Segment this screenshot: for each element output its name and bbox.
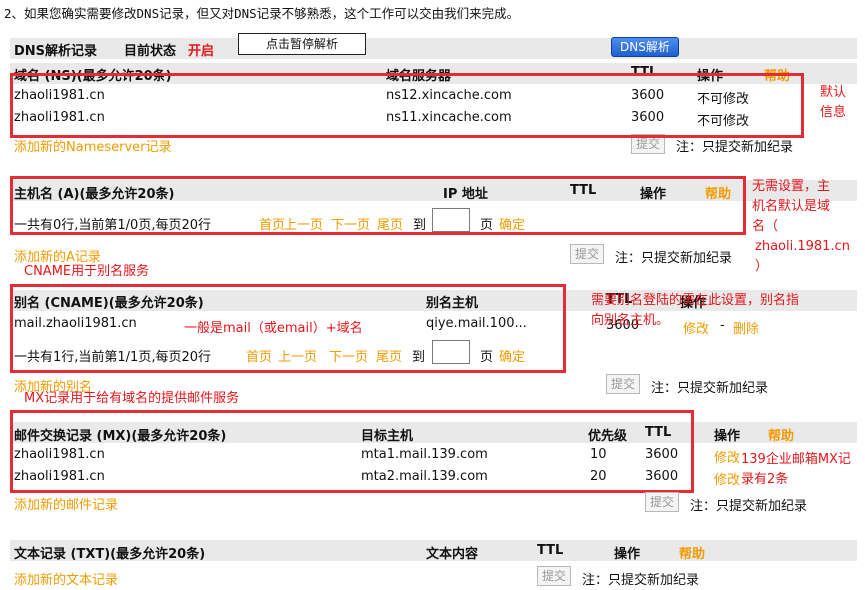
cname-delete-link[interactable]: 删除 bbox=[733, 318, 759, 337]
cname-note-annotation-1: 需要别名登陆的需在此设置，别名指 bbox=[591, 293, 800, 308]
a-note-annotation-1: 无需设置，主 bbox=[752, 179, 831, 194]
ns-highlight-box bbox=[10, 73, 804, 138]
a-note: 注：只提交新加纪录 bbox=[615, 251, 733, 266]
txt-col-op: 操作 bbox=[614, 547, 641, 562]
mx-add-link[interactable]: 添加新的邮件记录 bbox=[14, 494, 118, 513]
txt-note: 注：只提交新加纪录 bbox=[582, 573, 700, 588]
txt-help-link[interactable]: 帮助 bbox=[679, 543, 705, 562]
ns-add-link[interactable]: 添加新的Nameserver记录 bbox=[14, 136, 172, 155]
pause-resolution-button[interactable]: 点击暂停解析 bbox=[238, 33, 366, 55]
txt-submit-button[interactable]: 提交 bbox=[537, 566, 572, 586]
mx-note-annotation-1: 139企业邮箱MX记 bbox=[741, 452, 851, 467]
mx-note: 注：只提交新加纪录 bbox=[690, 499, 808, 514]
cname-separator: - bbox=[720, 318, 725, 333]
default-info-note-2: 信息 bbox=[820, 105, 847, 120]
intro-note: 2、如果您确实需要修改DNS记录，但又对DNS记录不够熟悉，这个工作可以交由我们… bbox=[4, 6, 520, 21]
cname-highlight-box bbox=[10, 284, 566, 373]
mx-submit-button[interactable]: 提交 bbox=[645, 492, 680, 512]
dns-status-value: 开启 bbox=[188, 44, 215, 59]
cname-note: 注：只提交新加纪录 bbox=[651, 381, 769, 396]
a-highlight-box bbox=[10, 176, 746, 235]
txt-add-link[interactable]: 添加新的文本记录 bbox=[14, 569, 118, 588]
a-note-annotation-4: zhaoli.1981.cn bbox=[755, 239, 850, 254]
mx-note-annotation-2: 录有2条 bbox=[741, 472, 789, 487]
mx-highlight-box bbox=[10, 410, 694, 493]
cname-edit-link[interactable]: 修改 bbox=[683, 318, 709, 337]
txt-col-name: 文本记录 (TXT)(最多允许20条) bbox=[14, 547, 206, 562]
dns-resolve-button[interactable]: DNS解析 bbox=[611, 37, 679, 57]
dns-status-label: 目前状态 bbox=[124, 44, 177, 59]
ns-note: 注：只提交新加纪录 bbox=[676, 140, 794, 155]
txt-col-ttl: TTL bbox=[537, 543, 564, 558]
default-info-note-1: 默认 bbox=[820, 85, 847, 100]
mx-section-label: MX记录用于给有域名的提供邮件服务 bbox=[24, 391, 240, 406]
mx-row-1-edit-link[interactable]: 修改 bbox=[714, 447, 740, 466]
cname-submit-button[interactable]: 提交 bbox=[606, 374, 641, 394]
a-note-annotation-5: ） bbox=[755, 259, 769, 274]
a-note-annotation-2: 机名默认是域 bbox=[752, 199, 831, 214]
cname-section-label: CNAME用于别名服务 bbox=[24, 264, 150, 279]
mx-row-2-edit-link[interactable]: 修改 bbox=[714, 469, 740, 488]
a-note-annotation-3: 名（ bbox=[752, 219, 779, 234]
a-submit-button[interactable]: 提交 bbox=[570, 244, 605, 264]
mx-help-link[interactable]: 帮助 bbox=[768, 425, 794, 444]
txt-col-content: 文本内容 bbox=[426, 547, 479, 562]
mx-col-op: 操作 bbox=[714, 429, 741, 444]
cname-note-annotation-2: 向别名主机。 bbox=[591, 313, 670, 328]
dns-title: DNS解析记录 bbox=[14, 44, 98, 59]
